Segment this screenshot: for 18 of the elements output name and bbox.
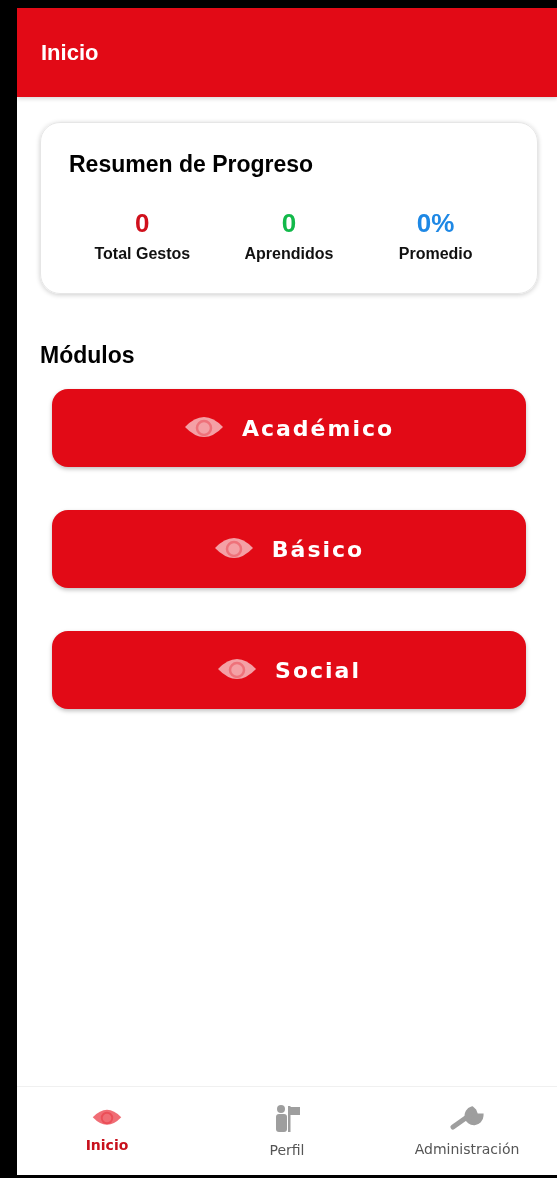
person-flag-icon <box>273 1104 301 1132</box>
stat-label: Total Gestos <box>94 245 191 263</box>
eye-icon <box>183 416 224 440</box>
stat-value: 0 <box>281 208 297 239</box>
stat-value: 0 <box>135 208 150 239</box>
stat-label: Promedio <box>398 245 473 263</box>
module-button[interactable]: Social <box>52 631 526 709</box>
card-title: Resumen de Progreso <box>69 151 315 178</box>
header-title: Inicio <box>41 39 99 66</box>
eye-icon <box>217 658 258 682</box>
eye-icon <box>92 1109 122 1127</box>
module-button[interactable]: Académico <box>52 389 526 467</box>
stat-value: 0% <box>416 208 455 239</box>
section-title: Módulos <box>40 342 136 369</box>
eye-icon <box>213 537 254 561</box>
wrench-icon <box>450 1105 484 1131</box>
stat-label: Aprendidos <box>244 245 334 263</box>
module-button[interactable]: Básico <box>52 510 526 588</box>
